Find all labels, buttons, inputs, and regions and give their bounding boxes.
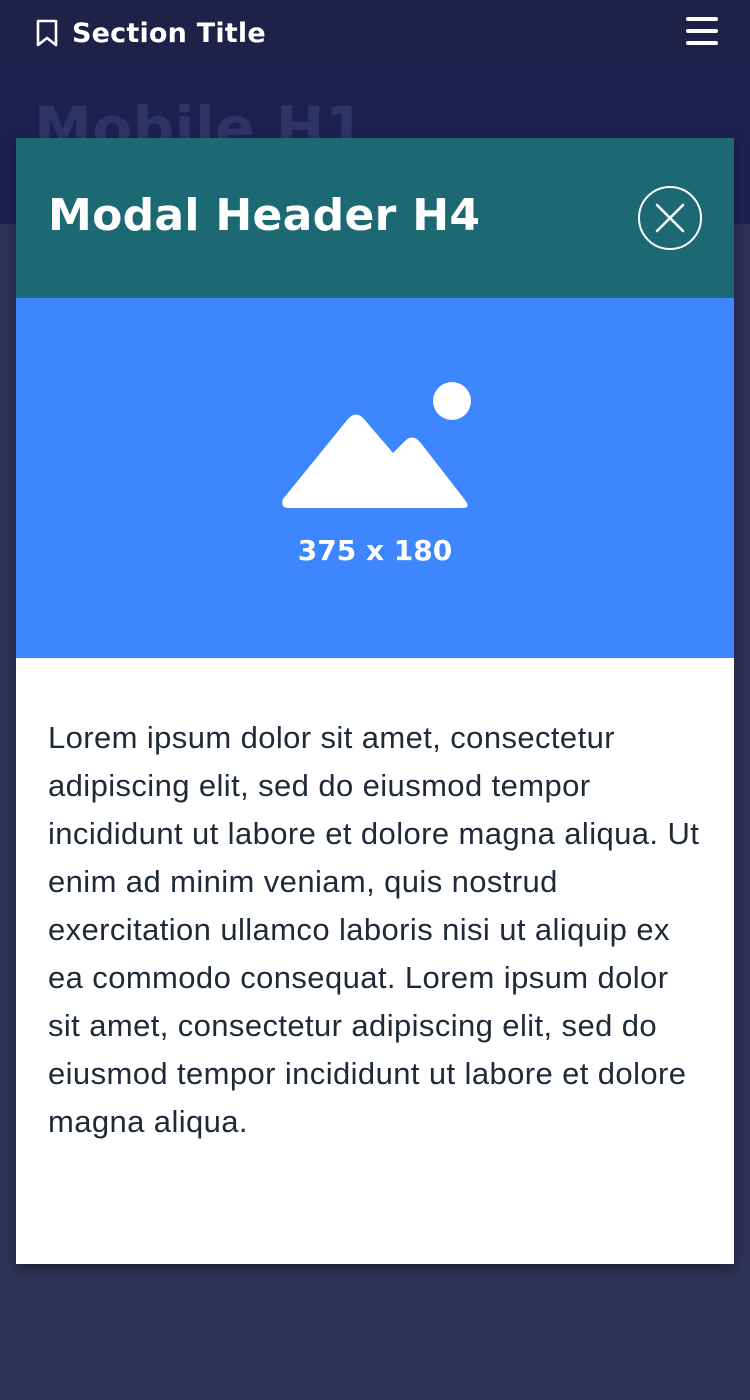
image-placeholder-icon [282,382,471,508]
modal-dialog: Modal Header H4 375 x 180 Lorem ipsum do… [16,138,734,1264]
close-button[interactable] [638,186,702,250]
image-placeholder: 375 x 180 [16,298,734,658]
modal-body-text: Lorem ipsum dolor sit amet, consectetur … [48,720,700,1139]
modal-title: Modal Header H4 [48,190,481,241]
image-caption: 375 x 180 [297,534,453,567]
close-icon [655,203,685,233]
modal-header: Modal Header H4 [16,138,734,298]
top-app-bar: Section Title [0,0,750,66]
section-title: Section Title [72,17,266,49]
bookmark-icon [34,19,60,47]
hamburger-menu-icon[interactable] [686,17,718,47]
